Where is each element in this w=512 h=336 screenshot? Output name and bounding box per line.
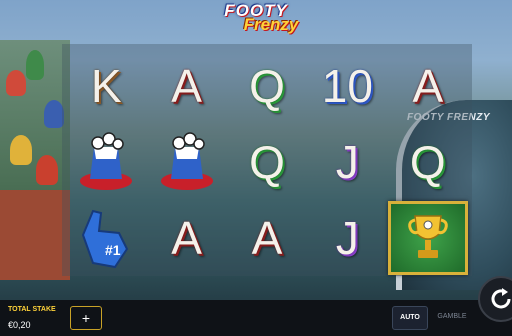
logo-bottom: Frenzy: [243, 15, 299, 34]
autoplay-button[interactable]: AUTO: [392, 306, 428, 330]
increase-stake-button[interactable]: +: [70, 306, 102, 330]
symbol-cell: Q: [388, 124, 468, 200]
gamble-button[interactable]: GAMBLE: [430, 306, 474, 328]
symbol-letter: 10: [321, 60, 373, 112]
symbol-letter: J: [335, 212, 359, 264]
symbol-cell: J: [307, 124, 387, 200]
symbol-cell: A: [146, 48, 226, 124]
hat-icon: [160, 132, 213, 190]
trophy-icon: [407, 215, 448, 258]
symbol-letter: Q: [409, 136, 446, 188]
symbol-cell: [146, 124, 226, 200]
symbol-letter: J: [335, 136, 359, 188]
total-stake-value: €0,20: [8, 320, 31, 330]
hat-icon: [80, 132, 133, 190]
reel-grid: K A Q 10 A Q J Q #1 A A J: [66, 48, 468, 276]
spin-icon: [491, 288, 511, 309]
symbol-letter: A: [251, 212, 283, 264]
game-logo: FOOTY Frenzy: [0, 2, 512, 34]
symbol-cell: Q: [227, 48, 307, 124]
symbol-cell: J: [307, 200, 387, 276]
symbol-cell: [66, 124, 146, 200]
symbol-cell: A: [388, 48, 468, 124]
foam-finger-label: #1: [105, 242, 121, 258]
trophy-frame: [387, 201, 468, 275]
symbol-cell: 10: [307, 48, 387, 124]
symbol-cell: A: [146, 200, 226, 276]
symbol-letter: Q: [249, 60, 285, 112]
symbol-cell: K: [66, 48, 146, 124]
foam-finger-icon: #1: [82, 209, 129, 269]
symbol-letter: A: [171, 212, 202, 264]
cathedral-backdrop: [0, 40, 70, 280]
symbol-cell: [387, 200, 468, 276]
symbol-letter: K: [90, 60, 122, 112]
symbol-letter: A: [171, 60, 202, 112]
symbol-letter: A: [412, 60, 444, 112]
symbol-letter: Q: [249, 136, 285, 188]
total-stake-label: TOTAL STAKE: [8, 306, 56, 313]
symbol-cell: A: [227, 200, 307, 276]
symbol-cell: #1: [66, 200, 146, 276]
symbol-cell: Q: [227, 124, 307, 200]
